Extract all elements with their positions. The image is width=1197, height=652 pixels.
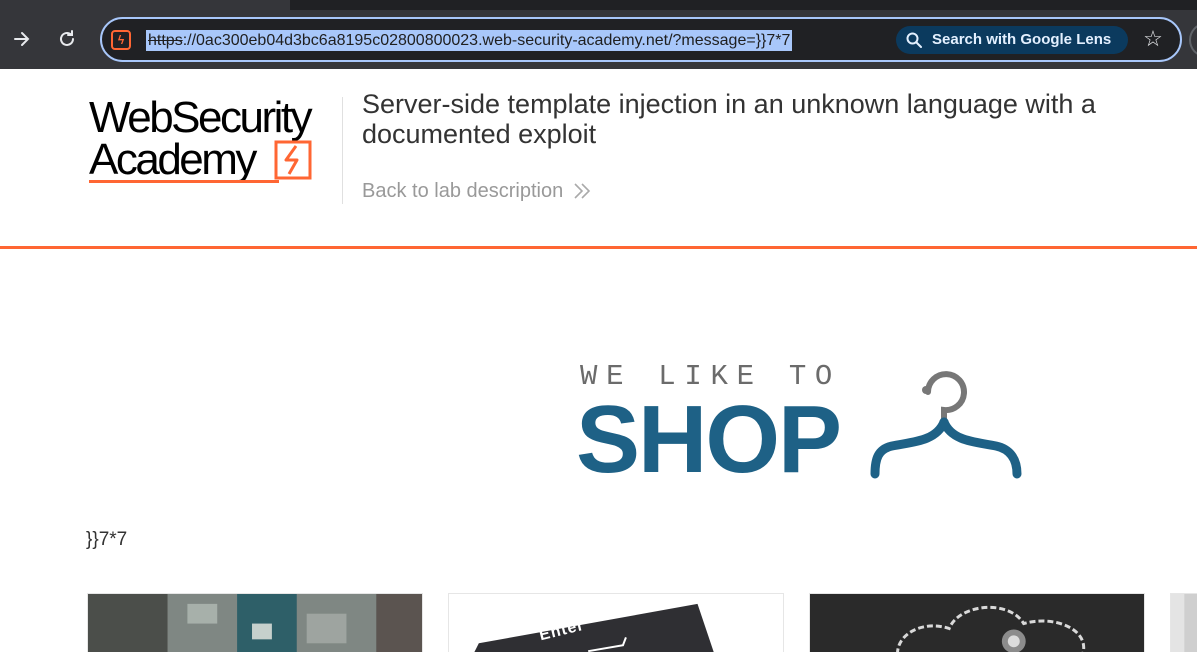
browser-toolbar: ϟ https://0ac300eb04d3bc6a8195c028008000… <box>0 0 1197 69</box>
address-bar[interactable]: ϟ https://0ac300eb04d3bc6a8195c028008000… <box>100 17 1182 62</box>
header-accent-rule <box>0 246 1197 249</box>
profile-avatar[interactable] <box>1189 23 1197 57</box>
star-icon[interactable]: ☆ <box>1140 25 1166 53</box>
url-scheme: https <box>148 32 183 49</box>
partial-photo <box>1171 594 1197 652</box>
product-card-enter-key[interactable]: Enter <box>448 593 784 652</box>
shop-wordmark: SHOP <box>576 386 842 493</box>
product-card-city[interactable] <box>87 593 423 652</box>
url-rest: ://0ac300eb04d3bc6a8195c02800800023.web-… <box>182 32 791 49</box>
academy-logo[interactable]: WebSecurity Academy <box>89 96 339 186</box>
hanger-icon <box>870 371 1022 479</box>
logo-line-1: WebSecurity <box>89 93 313 142</box>
double-chevron-right-icon[interactable] <box>572 180 592 202</box>
back-to-lab-description-link[interactable]: Back to lab description <box>362 178 563 204</box>
product-card-partial[interactable] <box>1170 593 1197 652</box>
google-lens-button[interactable]: Search with Google Lens <box>896 26 1128 54</box>
chalk-cloud-lightbulb-photo <box>810 594 1144 652</box>
logo-flash-icon <box>274 140 312 180</box>
search-icon <box>906 32 922 48</box>
site-info-icon[interactable]: ϟ <box>111 30 131 50</box>
arrow-right-icon[interactable] <box>9 26 35 52</box>
url-text[interactable]: https://0ac300eb04d3bc6a8195c02800800023… <box>146 30 793 51</box>
logo-underline <box>89 180 279 183</box>
header-divider <box>342 97 343 204</box>
reflected-message: }}7*7 <box>86 529 128 550</box>
tab-strip-edge <box>290 0 1197 10</box>
city-aerial-photo <box>88 594 422 652</box>
lab-title: Server-side template injection in an unk… <box>362 89 1096 149</box>
product-card-cloud[interactable] <box>809 593 1145 652</box>
google-lens-label: Search with Google Lens <box>932 31 1112 48</box>
logo-line-2: Academy <box>89 135 257 184</box>
reload-icon[interactable] <box>54 26 80 52</box>
enter-key-photo <box>449 594 783 652</box>
